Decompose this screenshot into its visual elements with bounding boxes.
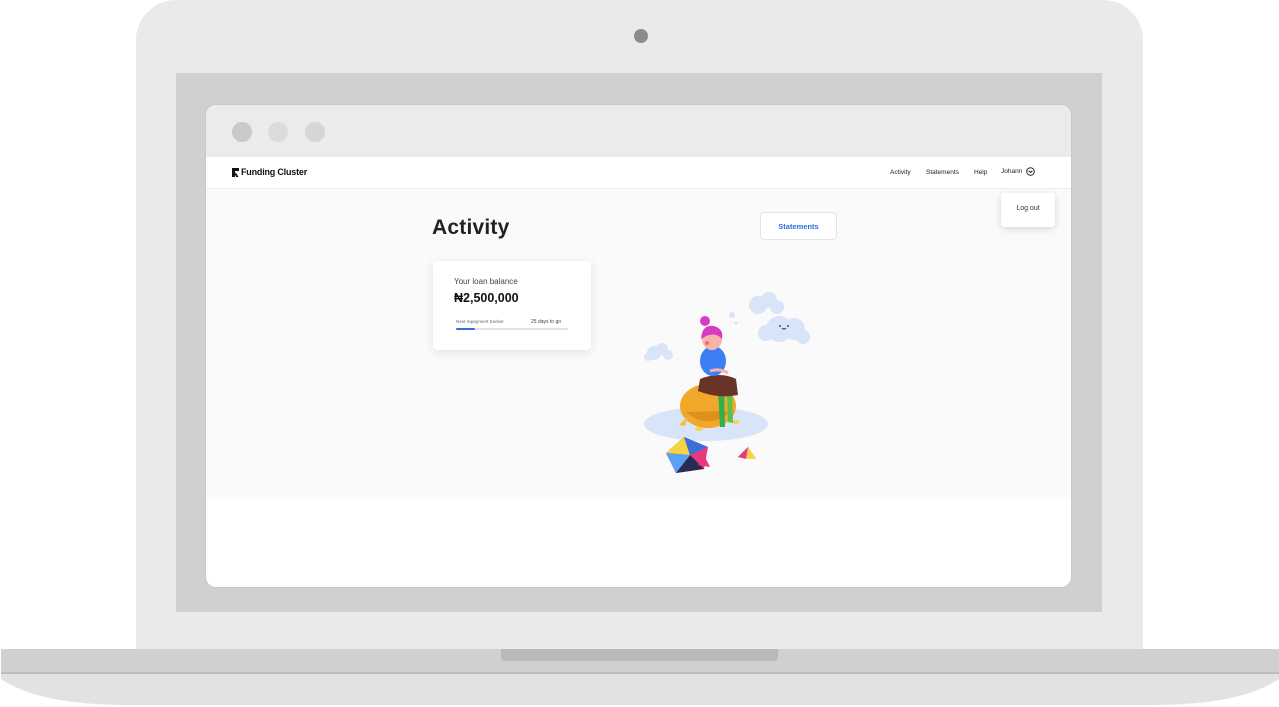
statements-button[interactable]: Statements <box>760 212 837 240</box>
nav-link-statements[interactable]: Statements <box>926 169 959 176</box>
loan-balance-label: Your loan balance <box>454 277 518 286</box>
repayment-days-remaining: 25 days to go <box>531 319 562 325</box>
nav-placeholder <box>846 163 878 178</box>
user-menu[interactable]: Johann <box>1001 167 1036 176</box>
user-name: Johann <box>1001 168 1023 175</box>
window-minimize-dot-icon[interactable] <box>268 122 288 142</box>
nav-link-help[interactable]: Help <box>974 169 987 176</box>
nav-link-activity[interactable]: Activity <box>890 169 911 176</box>
repayment-progress-fill <box>456 328 476 330</box>
window-close-dot-icon[interactable] <box>232 122 252 142</box>
camera-icon <box>634 29 648 43</box>
window-maximize-dot-icon[interactable] <box>305 122 325 142</box>
logout-menu-item[interactable]: Log out <box>1001 205 1055 212</box>
loan-balance-amount: ₦2,500,000 <box>454 291 519 305</box>
browser-window: Funding Cluster Activity Statements Help… <box>206 105 1071 587</box>
page-title: Activity <box>432 216 510 239</box>
loan-balance-card: Your loan balance ₦2,500,000 Next repaym… <box>433 261 591 350</box>
top-navigation: Funding Cluster Activity Statements Help… <box>206 157 1071 189</box>
repayment-tracker-label: Next repayment tracker <box>456 319 504 324</box>
person-on-money-bag-illustration <box>644 292 810 473</box>
repayment-progress-bar <box>456 328 568 330</box>
page-content: Funding Cluster Activity Statements Help… <box>206 157 1071 497</box>
logo[interactable]: Funding Cluster <box>232 167 307 177</box>
browser-chrome <box>206 105 1071 157</box>
chevron-down-icon <box>1026 167 1036 176</box>
logo-text: Funding Cluster <box>241 167 307 177</box>
logo-mark-icon <box>232 167 239 177</box>
user-dropdown-menu: Log out <box>1001 193 1055 227</box>
laptop-base <box>1 649 1279 705</box>
